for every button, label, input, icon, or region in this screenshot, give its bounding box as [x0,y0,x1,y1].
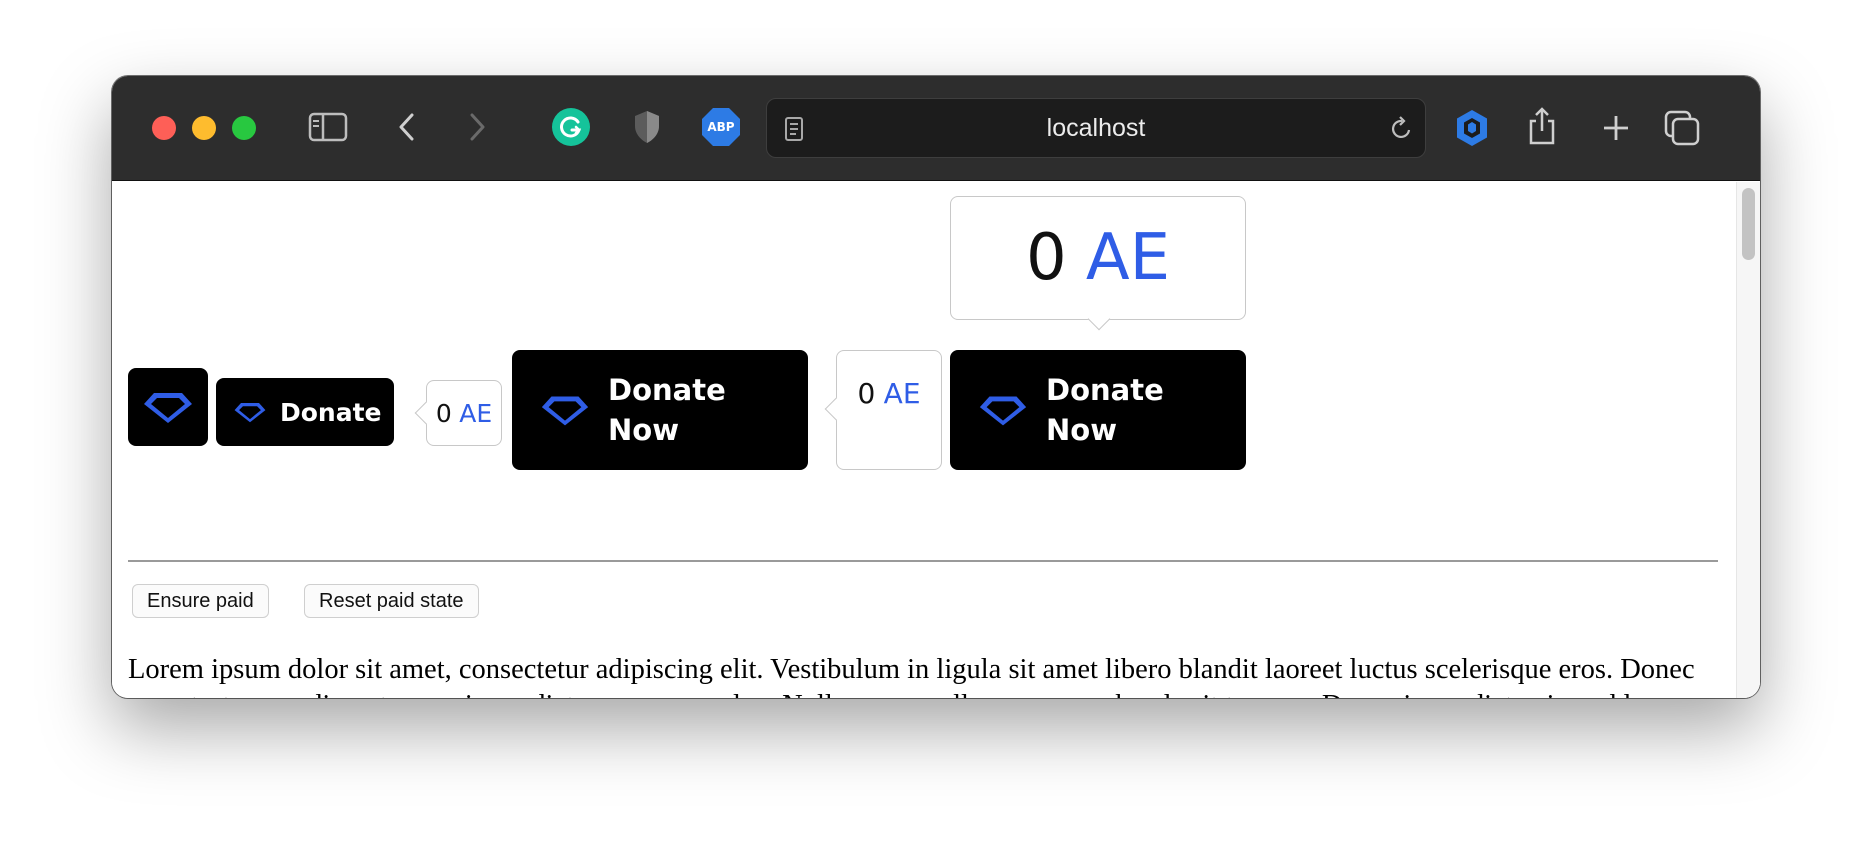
counter-top-arrow [1087,307,1111,331]
browser-window: ABP localhost Donate 0 AE Donate Now 0 A… [112,76,1760,698]
diamond-icon [144,393,192,423]
counter-side: 0 AE [824,350,942,470]
counter-top: 0 AE [950,196,1246,331]
counter-top-unit: AE [1085,221,1171,295]
counter-side-arrow [824,397,848,421]
share-icon[interactable] [1526,104,1558,148]
page-content: Donate 0 AE Donate Now 0 AE 0 AE Donate … [112,182,1760,698]
counter-side-unit: AE [883,377,921,410]
donate-icon-button[interactable] [128,368,208,446]
vertical-scrollbar[interactable] [1736,182,1760,698]
new-tab-icon[interactable] [1600,112,1632,144]
counter-small-arrow [414,401,438,425]
counter-side-amount: 0 [857,377,876,410]
diamond-icon [234,403,266,423]
donate-large-label-line2: Now [1046,413,1117,447]
forward-icon[interactable] [462,110,492,144]
body-paragraph: Lorem ipsum dolor sit amet, consectetur … [128,654,1716,698]
donate-medium-label-line2: Now [608,413,679,447]
address-bar[interactable]: localhost [766,98,1426,158]
sidebar-toggle-icon[interactable] [308,110,348,144]
donate-now-medium-button[interactable]: Donate Now [512,350,808,470]
donate-medium-label-line1: Donate [608,373,726,407]
divider [128,560,1718,562]
donate-large-label-line1: Donate [1046,373,1164,407]
diamond-icon [541,396,589,426]
browser-toolbar: ABP localhost [112,76,1760,181]
counter-top-amount: 0 [1025,221,1067,295]
reload-icon[interactable] [1389,115,1415,143]
back-icon[interactable] [392,110,422,144]
minimize-window-button[interactable] [192,116,216,140]
extension-hexagon-icon[interactable] [1452,106,1492,150]
counter-small: 0 AE [414,380,502,446]
close-window-button[interactable] [152,116,176,140]
url-text: localhost [1046,113,1146,142]
reset-paid-state-button[interactable]: Reset paid state [304,584,479,618]
scrollbar-thumb[interactable] [1742,188,1755,260]
abp-label: ABP [707,120,735,134]
donate-small-label: Donate [280,397,382,427]
counter-small-amount: 0 [435,398,452,428]
donate-small-button[interactable]: Donate [216,378,394,446]
privacy-shield-icon[interactable] [630,108,664,146]
grammarly-icon[interactable] [552,108,590,146]
diamond-icon [979,396,1027,426]
tab-overview-icon[interactable] [1662,108,1702,148]
zoom-window-button[interactable] [232,116,256,140]
ensure-paid-button[interactable]: Ensure paid [132,584,269,618]
adblock-plus-icon[interactable]: ABP [700,106,742,148]
counter-small-unit: AE [459,398,493,428]
donate-now-large-button[interactable]: Donate Now [950,350,1246,470]
